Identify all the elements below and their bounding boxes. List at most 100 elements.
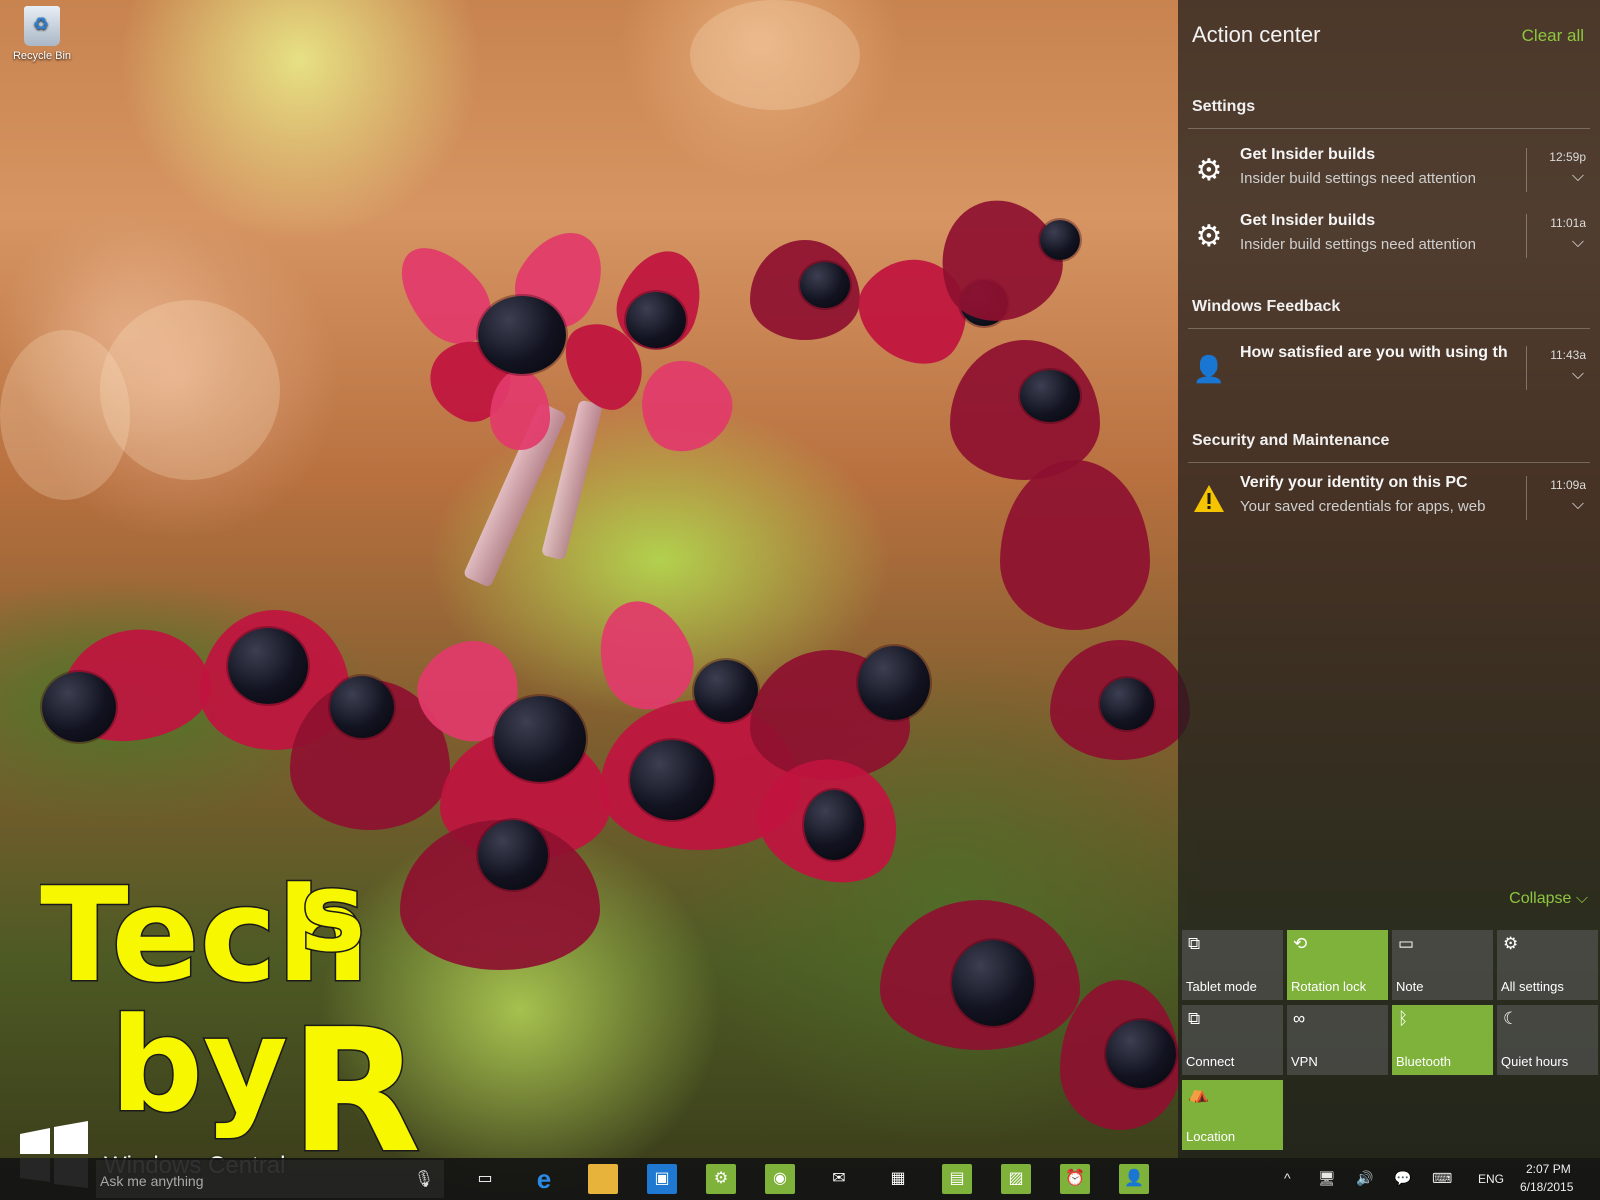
notification-body: Insider build settings need attention	[1240, 170, 1476, 187]
flower-berry	[858, 646, 930, 720]
quick-action-label: Tablet mode	[1186, 979, 1257, 994]
flower-berry	[626, 292, 686, 348]
quick-action-vpn[interactable]: ∞ VPN	[1287, 1005, 1388, 1075]
svg-text:R: R	[290, 993, 420, 1160]
flower-berry	[1106, 1020, 1176, 1088]
quick-action-label: All settings	[1501, 979, 1564, 994]
group-header-windows-feedback: Windows Feedback	[1192, 298, 1341, 315]
chevron-up-icon[interactable]: ^	[1284, 1170, 1291, 1186]
quick-action-rotation-lock[interactable]: ⟲ Rotation lock	[1287, 930, 1388, 1000]
tablet-mode-icon: ⧉	[1188, 934, 1201, 953]
group-divider	[1188, 128, 1590, 129]
notification-separator	[1526, 346, 1527, 390]
photos-icon[interactable]: ▨	[1001, 1164, 1031, 1194]
volume-icon[interactable]: 🔊	[1356, 1170, 1373, 1187]
moon-icon: ☾	[1503, 1009, 1519, 1028]
quick-action-all-settings[interactable]: ⚙ All settings	[1497, 930, 1598, 1000]
notification-get-insider-builds-1[interactable]: ⚙ Get Insider builds Insider build setti…	[1188, 140, 1590, 200]
flower-petal	[623, 343, 747, 467]
edge-icon[interactable]: e	[529, 1164, 559, 1194]
settings-app-icon[interactable]: ⚙	[706, 1164, 736, 1194]
network-icon[interactable]: 🖥	[1318, 1170, 1336, 1187]
chevron-down-icon[interactable]: ⌵	[1572, 168, 1584, 186]
collapse-quick-actions-link[interactable]: Collapse ⌵	[1509, 890, 1588, 908]
group-divider	[1188, 462, 1590, 463]
techs-by-r-watermark: Tech s by R	[40, 860, 420, 1160]
clear-all-link[interactable]: Clear all	[1522, 26, 1584, 46]
clock-date[interactable]: 6/18/2015	[1520, 1180, 1573, 1194]
people-icon[interactable]: 👤	[1119, 1164, 1149, 1194]
group-header-settings: Settings	[1192, 98, 1256, 115]
chevron-down-icon[interactable]: ⌵	[1572, 234, 1584, 252]
collapse-label: Collapse	[1509, 890, 1572, 907]
calendar-icon[interactable]: ▦	[883, 1164, 913, 1194]
notification-title: Get Insider builds	[1240, 146, 1376, 163]
quick-action-label: Quiet hours	[1501, 1054, 1569, 1069]
quick-action-note[interactable]: ▭ Note	[1392, 930, 1493, 1000]
quick-action-quiet-hours[interactable]: ☾ Quiet hours	[1497, 1005, 1598, 1075]
settings-icon: ⚙	[1503, 934, 1519, 953]
flower-berry	[1020, 370, 1080, 422]
vpn-icon: ∞	[1293, 1009, 1306, 1028]
task-view-icon[interactable]: ▭	[470, 1164, 500, 1194]
bokeh-circle	[0, 330, 130, 500]
warning-icon	[1192, 482, 1226, 516]
cortana-search-box[interactable]: 🎙	[96, 1160, 444, 1198]
bluetooth-icon: ᛒ	[1398, 1009, 1409, 1028]
action-center-icon[interactable]: 💬	[1394, 1170, 1411, 1187]
maps-icon[interactable]: ◉	[765, 1164, 795, 1194]
note-icon: ▭	[1398, 934, 1415, 953]
quick-action-label: Rotation lock	[1291, 979, 1367, 994]
flower-berry	[694, 660, 758, 722]
recycle-bin-shortcut[interactable]: Recycle Bin	[6, 6, 78, 62]
group-divider	[1188, 328, 1590, 329]
connect-icon: ⧉	[1188, 1009, 1201, 1028]
quick-action-tablet-mode[interactable]: ⧉ Tablet mode	[1182, 930, 1283, 1000]
notification-verify-identity[interactable]: Verify your identity on this PC Your sav…	[1188, 468, 1590, 528]
notification-time: 12:59p	[1549, 150, 1586, 164]
flower-berry	[478, 820, 548, 890]
flower-berry	[42, 672, 116, 742]
store-icon[interactable]: ▣	[647, 1164, 677, 1194]
quick-action-label: Bluetooth	[1396, 1054, 1451, 1069]
location-icon: ⛺	[1188, 1084, 1210, 1103]
bokeh-circle	[690, 0, 860, 110]
quick-action-label: Note	[1396, 979, 1424, 994]
alarms-icon[interactable]: ⏰	[1060, 1164, 1090, 1194]
file-explorer-icon[interactable]	[588, 1164, 618, 1194]
recycle-bin-icon	[24, 6, 60, 46]
rotation-lock-icon: ⟲	[1293, 934, 1308, 953]
quick-action-bluetooth[interactable]: ᛒ Bluetooth	[1392, 1005, 1493, 1075]
search-input[interactable]	[100, 1170, 400, 1192]
chevron-down-icon[interactable]: ⌵	[1572, 496, 1584, 514]
gear-icon: ⚙	[1195, 220, 1223, 253]
notification-separator	[1526, 476, 1527, 520]
flower-berry	[800, 262, 850, 308]
notification-get-insider-builds-2[interactable]: ⚙ Get Insider builds Insider build setti…	[1188, 206, 1590, 266]
flower-petal	[1000, 460, 1150, 630]
gear-icon: ⚙	[1195, 154, 1223, 187]
flower-berry	[330, 676, 394, 738]
quick-action-connect[interactable]: ⧉ Connect	[1182, 1005, 1283, 1075]
group-header-security-maintenance: Security and Maintenance	[1192, 432, 1390, 449]
flower-berry	[952, 940, 1034, 1026]
mail-icon[interactable]: ✉	[824, 1164, 854, 1194]
recycle-bin-label: Recycle Bin	[12, 50, 72, 62]
action-center-title: Action center	[1192, 22, 1321, 47]
keyboard-icon[interactable]: ⌨	[1432, 1170, 1452, 1187]
notification-feedback[interactable]: 👤 How satisfied are you with using th 11…	[1188, 338, 1590, 398]
input-language[interactable]: ENG	[1478, 1172, 1504, 1186]
chevron-down-icon[interactable]: ⌵	[1572, 366, 1584, 384]
notification-separator	[1526, 214, 1527, 258]
quick-action-location[interactable]: ⛺ Location	[1182, 1080, 1283, 1150]
notification-title: How satisfied are you with using th	[1240, 344, 1508, 361]
calculator-icon[interactable]: ▤	[942, 1164, 972, 1194]
notification-body: Your saved credentials for apps, web	[1240, 498, 1486, 515]
microphone-icon[interactable]: 🎙	[414, 1169, 434, 1189]
flower-berry	[630, 740, 714, 820]
quick-action-label: Location	[1186, 1129, 1236, 1144]
svg-text:s: s	[300, 860, 365, 976]
clock-time[interactable]: 2:07 PM	[1526, 1162, 1571, 1176]
notification-time: 11:01a	[1550, 216, 1586, 230]
chevron-down-icon: ⌵	[1575, 890, 1588, 907]
